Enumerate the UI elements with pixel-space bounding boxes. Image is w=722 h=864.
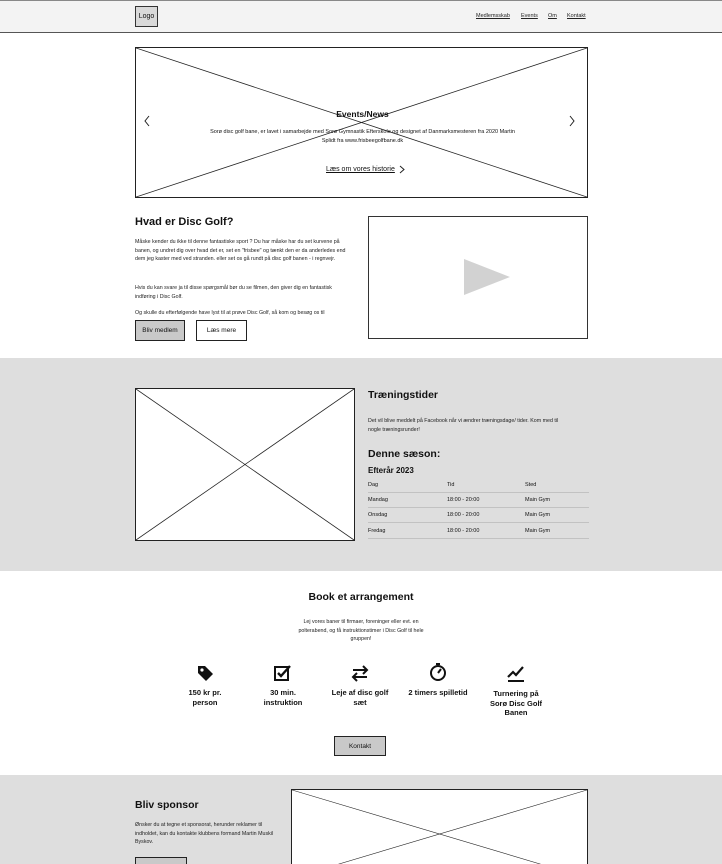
training-text: Det vil blive meddelt på Facebook når vi… [368, 418, 559, 433]
table-row: Fredag 18:00 - 20:00 Main Gym [368, 523, 589, 539]
nav-link-about[interactable]: Om [548, 13, 557, 19]
history-link[interactable]: Læs om vores historie [326, 165, 405, 174]
hero-carousel: Events/News Sorø disc golf bane, er lave… [135, 47, 588, 198]
table-row: Onsdag 18:00 - 20:00 Main Gym [368, 507, 589, 523]
feature-label-playtime: 2 timers spilletid [408, 688, 468, 697]
timer-icon [430, 663, 446, 681]
table-cell-place: Main Gym [525, 497, 551, 503]
nav-link-events[interactable]: Events [521, 13, 538, 19]
column-header-day: Dag [368, 482, 379, 488]
table-cell-day: Fredag [368, 528, 386, 534]
play-icon[interactable] [462, 257, 512, 297]
table-cell-time: 18:00 - 20:00 [447, 512, 480, 518]
feature-label-price: 150 kr pr. person [188, 688, 222, 707]
hero-subtitle: Sorø disc golf bane, er lavet i samarbej… [210, 129, 515, 144]
table-cell-place: Main Gym [525, 528, 551, 534]
price-tag-icon [198, 666, 213, 681]
checkbox-icon [274, 665, 291, 681]
read-more-button[interactable]: Læs mere [196, 320, 247, 341]
video-player[interactable] [368, 216, 588, 339]
table-cell-time: 18:00 - 20:00 [447, 528, 480, 534]
table-cell-day: Mandag [368, 497, 388, 503]
training-image-placeholder [135, 388, 355, 541]
become-member-button[interactable]: Bliv medlem [135, 320, 185, 341]
season-name: Efterår 2023 [368, 466, 414, 475]
column-header-place: Sted [525, 482, 537, 488]
sponsor-image-placeholder [291, 789, 588, 864]
table-cell-time: 18:00 - 20:00 [447, 497, 480, 503]
sponsor-title: Bliv sponsor [135, 799, 199, 811]
schedule-header-row: Dag Tid Sted [368, 477, 589, 493]
training-section [0, 358, 722, 571]
logo[interactable]: Logo [135, 6, 158, 27]
season-title: Denne sæson: [368, 448, 441, 460]
table-cell-day: Onsdag [368, 512, 388, 518]
image-placeholder [136, 48, 587, 197]
nav-link-membership[interactable]: Medlemsskab [476, 13, 510, 19]
swap-arrows-icon [351, 665, 369, 682]
about-paragraph-3: Og skulle du efterfølgende have lyst til… [135, 310, 325, 316]
table-row: Mandag 18:00 - 20:00 Main Gym [368, 492, 589, 508]
feature-label-tournament: Turnering på Sorø Disc Golf Banen [489, 689, 543, 717]
about-paragraph-1: Måske kender du ikke til denne fantastis… [135, 239, 346, 263]
trend-chart-icon [507, 666, 524, 682]
feature-label-rental: Leje af disc golf sæt [331, 688, 389, 707]
about-title: Hvad er Disc Golf? [135, 216, 234, 228]
nav-link-contact[interactable]: Kontakt [567, 13, 586, 19]
feature-label-instruction: 30 min. instruktion [263, 688, 303, 707]
about-paragraph-2: Hvis du kan svare ja til disse spørgsmål… [135, 285, 332, 300]
column-header-time: Tid [447, 482, 455, 488]
sponsor-text: Ønsker du at tegne et sponsorat, herunde… [135, 822, 274, 846]
sponsor-button[interactable] [135, 857, 187, 864]
site-header: Logo Medlemsskab Events Om Kontakt [0, 0, 722, 33]
table-cell-place: Main Gym [525, 512, 551, 518]
training-title: Træningstider [368, 389, 439, 401]
book-title: Book et arrangement [308, 591, 414, 603]
hero-title: Events/News [336, 109, 389, 119]
contact-button[interactable]: Kontakt [334, 736, 386, 756]
chevron-right-icon [399, 165, 405, 174]
history-link-label[interactable]: Læs om vores historie [326, 166, 395, 173]
book-text: Lej vores baner til firmaer, foreninger … [298, 619, 424, 643]
